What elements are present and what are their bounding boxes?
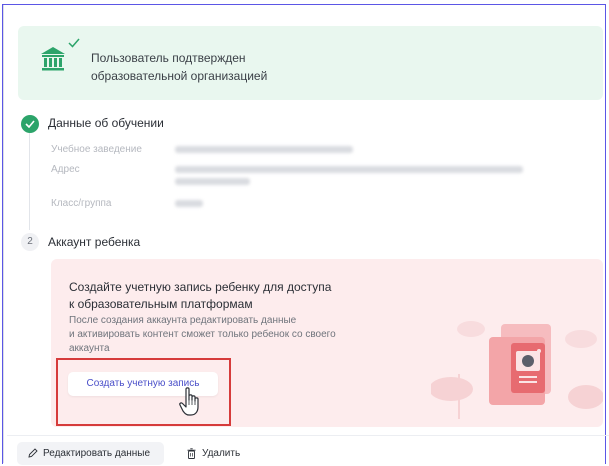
child-profile-illustration: [431, 321, 603, 419]
bank-icon: [41, 47, 65, 71]
class-value-redacted: [175, 200, 203, 207]
field-label-school: Учебное заведение: [51, 144, 142, 155]
school-value-redacted: [175, 146, 353, 153]
child-panel-desc-line-1: После создания аккаунта редактировать да…: [69, 315, 297, 326]
child-panel-desc-line-2: и активировать контент сможет только реб…: [69, 329, 336, 340]
footer-divider: [7, 435, 609, 436]
trash-icon: [187, 448, 196, 459]
address-value-redacted: [175, 166, 523, 173]
field-label-address: Адрес: [51, 164, 80, 175]
field-label-class: Класс/группа: [51, 198, 112, 209]
check-icon: [68, 38, 80, 48]
edit-data-button[interactable]: Редактировать данные: [17, 442, 164, 465]
step-title-child-account: Аккаунт ребенка: [48, 235, 141, 249]
verified-banner: Пользователь подтвержден образовательной…: [18, 26, 603, 100]
step-number-2: 2: [21, 233, 39, 251]
verified-text: Пользователь подтвержден образовательной…: [91, 49, 267, 85]
child-panel-desc-line-3: аккаунта: [69, 343, 110, 354]
step-done-check-icon: [21, 115, 39, 133]
step-connector: [29, 130, 30, 230]
verified-line-1: Пользователь подтвержден: [91, 51, 246, 65]
child-panel-title-line-1: Создайте учетную запись ребенку для дост…: [69, 280, 332, 294]
pencil-icon: [28, 448, 38, 458]
verified-line-2: образовательной организацией: [91, 69, 268, 83]
child-panel-description: После создания аккаунта редактировать да…: [69, 314, 369, 356]
child-panel-title: Создайте учетную запись ребенку для дост…: [69, 279, 369, 313]
delete-label: Удалить: [202, 448, 241, 459]
address-value-redacted-2: [175, 178, 250, 185]
hand-cursor-icon: [179, 387, 199, 416]
delete-button[interactable]: Удалить: [187, 442, 240, 465]
edit-data-label: Редактировать данные: [43, 448, 151, 459]
step-title-education: Данные об обучении: [48, 116, 164, 130]
child-panel-title-line-2: к образовательным платформам: [69, 297, 253, 311]
